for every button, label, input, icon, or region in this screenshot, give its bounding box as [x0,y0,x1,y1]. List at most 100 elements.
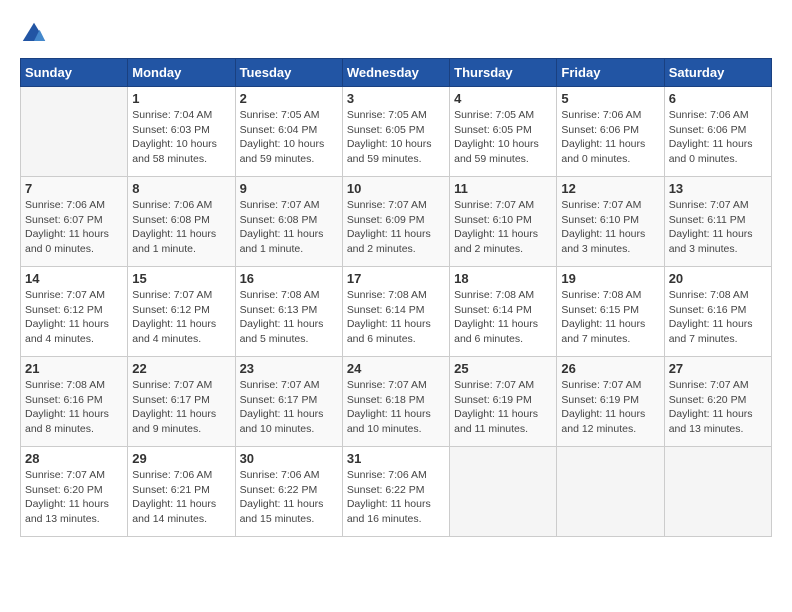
day-info: Sunrise: 7:06 AM Sunset: 6:22 PM Dayligh… [347,468,445,527]
day-info: Sunrise: 7:07 AM Sunset: 6:09 PM Dayligh… [347,198,445,257]
calendar-cell: 18 Sunrise: 7:08 AM Sunset: 6:14 PM Dayli… [450,267,557,357]
day-number: 23 [240,361,338,376]
logo-icon [20,20,48,48]
day-info: Sunrise: 7:08 AM Sunset: 6:16 PM Dayligh… [669,288,767,347]
day-number: 3 [347,91,445,106]
day-number: 15 [132,271,230,286]
day-info: Sunrise: 7:07 AM Sunset: 6:17 PM Dayligh… [240,378,338,437]
calendar-cell [450,447,557,537]
day-info: Sunrise: 7:06 AM Sunset: 6:06 PM Dayligh… [669,108,767,167]
day-header-monday: Monday [128,59,235,87]
day-number: 12 [561,181,659,196]
day-info: Sunrise: 7:07 AM Sunset: 6:10 PM Dayligh… [561,198,659,257]
calendar-cell: 20 Sunrise: 7:08 AM Sunset: 6:16 PM Dayli… [664,267,771,357]
calendar-cell [557,447,664,537]
day-info: Sunrise: 7:06 AM Sunset: 6:08 PM Dayligh… [132,198,230,257]
day-number: 7 [25,181,123,196]
day-number: 13 [669,181,767,196]
day-info: Sunrise: 7:07 AM Sunset: 6:20 PM Dayligh… [25,468,123,527]
day-header-thursday: Thursday [450,59,557,87]
day-info: Sunrise: 7:05 AM Sunset: 6:05 PM Dayligh… [454,108,552,167]
day-info: Sunrise: 7:08 AM Sunset: 6:14 PM Dayligh… [347,288,445,347]
day-info: Sunrise: 7:07 AM Sunset: 6:20 PM Dayligh… [669,378,767,437]
day-number: 9 [240,181,338,196]
day-info: Sunrise: 7:07 AM Sunset: 6:12 PM Dayligh… [25,288,123,347]
calendar-cell: 26 Sunrise: 7:07 AM Sunset: 6:19 PM Dayli… [557,357,664,447]
calendar-cell: 11 Sunrise: 7:07 AM Sunset: 6:10 PM Dayli… [450,177,557,267]
calendar-cell: 17 Sunrise: 7:08 AM Sunset: 6:14 PM Dayli… [342,267,449,357]
day-info: Sunrise: 7:08 AM Sunset: 6:16 PM Dayligh… [25,378,123,437]
day-info: Sunrise: 7:08 AM Sunset: 6:14 PM Dayligh… [454,288,552,347]
calendar-cell: 13 Sunrise: 7:07 AM Sunset: 6:11 PM Dayli… [664,177,771,267]
day-info: Sunrise: 7:08 AM Sunset: 6:13 PM Dayligh… [240,288,338,347]
week-row-5: 28 Sunrise: 7:07 AM Sunset: 6:20 PM Dayli… [21,447,772,537]
calendar-cell: 10Sunrise: 7:07 AM Sunset: 6:09 PM Dayli… [342,177,449,267]
calendar-cell: 6Sunrise: 7:06 AM Sunset: 6:06 PM Daylig… [664,87,771,177]
day-info: Sunrise: 7:07 AM Sunset: 6:10 PM Dayligh… [454,198,552,257]
calendar-cell: 3 Sunrise: 7:05 AM Sunset: 6:05 PM Daylig… [342,87,449,177]
day-info: Sunrise: 7:07 AM Sunset: 6:12 PM Dayligh… [132,288,230,347]
week-row-4: 21 Sunrise: 7:08 AM Sunset: 6:16 PM Dayli… [21,357,772,447]
day-number: 21 [25,361,123,376]
calendar-cell: 30Sunrise: 7:06 AM Sunset: 6:22 PM Dayli… [235,447,342,537]
day-info: Sunrise: 7:07 AM Sunset: 6:18 PM Dayligh… [347,378,445,437]
day-info: Sunrise: 7:07 AM Sunset: 6:08 PM Dayligh… [240,198,338,257]
calendar-cell: 7 Sunrise: 7:06 AM Sunset: 6:07 PM Daylig… [21,177,128,267]
calendar-table: SundayMondayTuesdayWednesdayThursdayFrid… [20,58,772,537]
logo [20,20,52,48]
day-number: 14 [25,271,123,286]
calendar-cell [664,447,771,537]
day-number: 26 [561,361,659,376]
calendar-cell: 2 Sunrise: 7:05 AM Sunset: 6:04 PM Daylig… [235,87,342,177]
day-number: 22 [132,361,230,376]
day-number: 17 [347,271,445,286]
day-header-saturday: Saturday [664,59,771,87]
calendar-cell: 5Sunrise: 7:06 AM Sunset: 6:06 PM Daylig… [557,87,664,177]
calendar-cell: 31 Sunrise: 7:06 AM Sunset: 6:22 PM Dayli… [342,447,449,537]
week-row-3: 14 Sunrise: 7:07 AM Sunset: 6:12 PM Dayli… [21,267,772,357]
day-number: 25 [454,361,552,376]
calendar-cell: 22 Sunrise: 7:07 AM Sunset: 6:17 PM Dayli… [128,357,235,447]
calendar-cell: 4 Sunrise: 7:05 AM Sunset: 6:05 PM Daylig… [450,87,557,177]
day-info: Sunrise: 7:07 AM Sunset: 6:19 PM Dayligh… [454,378,552,437]
day-header-sunday: Sunday [21,59,128,87]
day-number: 19 [561,271,659,286]
day-number: 27 [669,361,767,376]
day-info: Sunrise: 7:05 AM Sunset: 6:04 PM Dayligh… [240,108,338,167]
day-info: Sunrise: 7:07 AM Sunset: 6:19 PM Dayligh… [561,378,659,437]
day-number: 18 [454,271,552,286]
day-header-wednesday: Wednesday [342,59,449,87]
day-info: Sunrise: 7:04 AM Sunset: 6:03 PM Dayligh… [132,108,230,167]
day-number: 1 [132,91,230,106]
header [20,20,772,48]
day-number: 30 [240,451,338,466]
day-number: 28 [25,451,123,466]
calendar-cell: 25 Sunrise: 7:07 AM Sunset: 6:19 PM Dayli… [450,357,557,447]
day-info: Sunrise: 7:06 AM Sunset: 6:21 PM Dayligh… [132,468,230,527]
day-number: 20 [669,271,767,286]
day-number: 24 [347,361,445,376]
day-header-tuesday: Tuesday [235,59,342,87]
day-number: 2 [240,91,338,106]
day-info: Sunrise: 7:06 AM Sunset: 6:07 PM Dayligh… [25,198,123,257]
calendar-cell: 21 Sunrise: 7:08 AM Sunset: 6:16 PM Dayli… [21,357,128,447]
calendar-cell: 8Sunrise: 7:06 AM Sunset: 6:08 PM Daylig… [128,177,235,267]
day-number: 16 [240,271,338,286]
week-row-2: 7 Sunrise: 7:06 AM Sunset: 6:07 PM Daylig… [21,177,772,267]
calendar-cell: 14 Sunrise: 7:07 AM Sunset: 6:12 PM Dayli… [21,267,128,357]
calendar-cell: 1 Sunrise: 7:04 AM Sunset: 6:03 PM Daylig… [128,87,235,177]
calendar-cell: 28 Sunrise: 7:07 AM Sunset: 6:20 PM Dayli… [21,447,128,537]
calendar-cell: 27 Sunrise: 7:07 AM Sunset: 6:20 PM Dayli… [664,357,771,447]
day-info: Sunrise: 7:07 AM Sunset: 6:11 PM Dayligh… [669,198,767,257]
day-info: Sunrise: 7:07 AM Sunset: 6:17 PM Dayligh… [132,378,230,437]
day-info: Sunrise: 7:05 AM Sunset: 6:05 PM Dayligh… [347,108,445,167]
day-number: 4 [454,91,552,106]
days-header-row: SundayMondayTuesdayWednesdayThursdayFrid… [21,59,772,87]
calendar-cell: 23 Sunrise: 7:07 AM Sunset: 6:17 PM Dayli… [235,357,342,447]
calendar-cell: 29Sunrise: 7:06 AM Sunset: 6:21 PM Dayli… [128,447,235,537]
day-number: 11 [454,181,552,196]
day-number: 31 [347,451,445,466]
day-number: 5 [561,91,659,106]
calendar-cell: 19Sunrise: 7:08 AM Sunset: 6:15 PM Dayli… [557,267,664,357]
day-header-friday: Friday [557,59,664,87]
